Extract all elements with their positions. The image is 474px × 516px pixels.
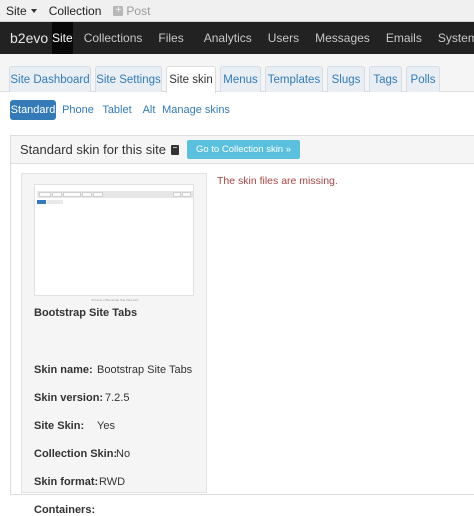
admin-top-bar: Site Collection + Post <box>0 0 474 22</box>
nav-analytics[interactable]: Analytics <box>194 22 262 54</box>
pill-alt[interactable]: Alt <box>138 100 160 120</box>
thumb-tab <box>93 192 103 197</box>
site-menu-label: Site <box>6 3 27 18</box>
thumb-button <box>37 200 46 204</box>
tab-menus[interactable]: Menus <box>220 66 261 92</box>
site-menu[interactable]: Site <box>0 0 43 22</box>
plus-icon: + <box>113 5 124 16</box>
pill-tablet[interactable]: Tablet <box>100 100 134 120</box>
prop-key: Skin version: <box>34 392 104 404</box>
thumb-button <box>47 200 63 204</box>
prop-skin-version: Skin version: 7.2.5 <box>34 392 129 404</box>
skin-missing-error: The skin files are missing. <box>217 175 338 187</box>
prop-value: Bootstrap Site Tabs <box>97 364 193 376</box>
nav-system[interactable]: System <box>432 22 474 54</box>
nav-site[interactable]: Site <box>52 22 73 54</box>
pill-manage-skins[interactable]: Manage skins <box>162 100 230 120</box>
tab-tags[interactable]: Tags <box>369 66 402 92</box>
go-to-collection-skin-button[interactable]: Go to Collection skin » <box>186 140 301 159</box>
tab-slugs[interactable]: Slugs <box>327 66 365 92</box>
panel-title: Standard skin for this site <box>20 142 166 157</box>
prop-containers: Containers: <box>34 504 95 516</box>
tab-site-settings[interactable]: Site Settings <box>95 66 162 92</box>
nav-messages[interactable]: Messages <box>309 22 380 54</box>
skin-card: Preview of Bootstrap Site Tabs skin Boot… <box>21 173 207 516</box>
panel-heading: Standard skin for this site Go to Collec… <box>11 136 474 164</box>
nav-files[interactable]: Files <box>152 22 193 54</box>
prop-site-skin: Site Skin: Yes <box>34 420 115 432</box>
tab-site-dashboard[interactable]: Site Dashboard <box>9 66 91 92</box>
collection-menu-label: Collection <box>48 3 102 18</box>
prop-key: Collection Skin: <box>34 448 118 460</box>
caret-down-icon <box>30 8 37 13</box>
prop-key: Skin name: <box>34 364 93 376</box>
tab-site-skin[interactable]: Site skin <box>166 66 216 93</box>
tab-polls[interactable]: Polls <box>406 66 440 92</box>
prop-skin-name: Skin name: Bootstrap Site Tabs <box>34 364 192 376</box>
skin-title: Bootstrap Site Tabs <box>34 307 138 319</box>
skin-panel: Standard skin for this site Go to Collec… <box>10 135 474 516</box>
nav-collections[interactable]: Collections <box>73 22 153 54</box>
thumb-tab <box>173 192 181 197</box>
prop-value: 7.2.5 <box>105 392 130 404</box>
collection-menu[interactable]: Collection <box>43 0 108 22</box>
thumb-tab <box>52 192 62 197</box>
prop-collection-skin: Collection Skin: No <box>34 448 130 460</box>
skin-thumbnail[interactable] <box>34 184 194 296</box>
pill-standard[interactable]: Standard <box>10 100 56 120</box>
brand-logo[interactable]: b2evo <box>0 22 52 54</box>
prop-key: Skin format: <box>34 476 99 488</box>
site-tabs: Site Dashboard Site Settings Site skin M… <box>0 54 474 93</box>
skin-type-pills: Standard Phone Tablet Alt Manage skins <box>0 92 474 128</box>
prop-key: Containers: <box>34 504 96 516</box>
thumb-caption: Preview of Bootstrap Site Tabs skin <box>91 298 139 302</box>
prop-value: No <box>116 448 131 460</box>
prop-value: Yes <box>97 420 115 432</box>
tab-templates[interactable]: Templates <box>265 66 323 92</box>
nav-users[interactable]: Users <box>262 22 309 54</box>
thumb-tab <box>63 192 81 197</box>
prop-key: Site Skin: <box>34 420 85 432</box>
nav-emails[interactable]: Emails <box>380 22 432 54</box>
new-post-label: Post <box>126 3 151 18</box>
thumb-tab <box>82 192 92 197</box>
thumb-tab <box>182 192 191 197</box>
prop-value: RWD <box>99 476 126 488</box>
main-navbar: b2evo Site Collections Files Analytics U… <box>0 22 474 54</box>
prop-skin-format: Skin format: RWD <box>34 476 125 488</box>
pill-phone[interactable]: Phone <box>60 100 96 120</box>
thumb-tab <box>39 192 51 197</box>
book-icon <box>170 144 179 155</box>
new-post-link[interactable]: + Post <box>107 0 156 22</box>
